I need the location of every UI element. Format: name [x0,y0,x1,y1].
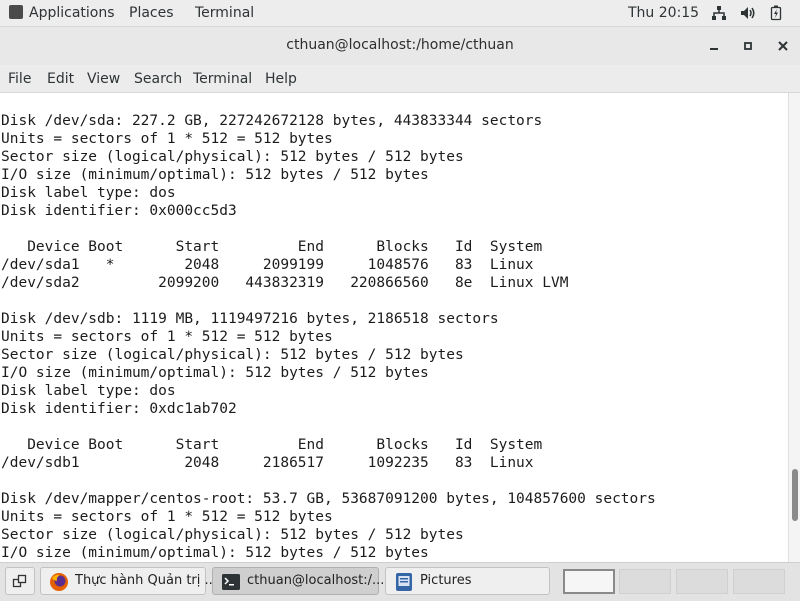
task-label: Thực hành Quản trị ... [75,573,217,588]
applications-menu[interactable]: Applications [9,4,115,22]
places-menu[interactable]: Places [129,4,174,22]
terminal-line: Units = sectors of 1 * 512 = 512 bytes [1,329,333,345]
menu-view[interactable]: View [87,70,120,88]
terminal-line: Sector size (logical/physical): 512 byte… [1,347,464,363]
terminal-line: Disk label type: dos [1,383,176,399]
terminal-line: /dev/sda2 2099200 443832319 220866560 8e… [1,275,569,291]
task-terminal[interactable]: cthuan@localhost:/... [212,567,384,595]
menu-search[interactable]: Search [134,70,182,88]
show-desktop-button[interactable] [5,567,35,595]
window-title: cthuan@localhost:/home/cthuan [286,37,514,53]
terminal-line: I/O size (minimum/optimal): 512 bytes / … [1,545,429,561]
file-manager-icon [396,573,412,591]
terminal-line: Disk /dev/sda: 227.2 GB, 227242672128 by… [1,113,543,129]
terminal-line: Device Boot Start End Blocks Id System [1,239,543,255]
clock[interactable]: Thu 20:15 [628,4,699,22]
terminal-line: Disk /dev/sdb: 1119 MB, 1119497216 bytes… [1,311,499,327]
terminal-line: Units = sectors of 1 * 512 = 512 bytes [1,131,333,147]
battery-icon[interactable] [768,5,784,21]
menu-help[interactable]: Help [265,70,297,88]
show-desktop-icon [12,574,27,588]
task-label: Pictures [420,573,472,588]
applications-icon [9,5,23,19]
applications-label: Applications [29,5,115,21]
terminal-scrollbar[interactable] [788,93,800,562]
terminal-line: Disk label type: dos [1,185,176,201]
menu-file[interactable]: File [8,70,31,88]
terminal-line: /dev/sda1 * 2048 2099199 1048576 83 Linu… [1,257,534,273]
terminal-line: /dev/sdb1 2048 2186517 1092235 83 Linux [1,455,534,471]
close-icon[interactable] [775,38,791,54]
terminal-line: Disk identifier: 0x000cc5d3 [1,203,237,219]
top-panel: Applications Places Terminal Thu 20:15 [0,0,800,27]
terminal-line: Units = sectors of 1 * 512 = 512 bytes [1,509,333,525]
terminal-app-menu[interactable]: Terminal [195,4,254,22]
task-pictures[interactable]: Pictures [385,567,550,595]
terminal-line: I/O size (minimum/optimal): 512 bytes / … [1,167,429,183]
terminal-line: Device Boot Start End Blocks Id System [1,437,543,453]
menu-bar: File Edit View Search Terminal Help [0,65,800,93]
taskbar: Thực hành Quản trị ... cthuan@localhost:… [0,562,800,601]
workspace-3[interactable] [676,569,728,594]
terminal-line: I/O size (minimum/optimal): 512 bytes / … [1,365,429,381]
terminal-line: Sector size (logical/physical): 512 byte… [1,149,464,165]
maximize-icon[interactable] [740,38,756,54]
window-title-bar[interactable]: cthuan@localhost:/home/cthuan [0,27,800,65]
workspace-1[interactable] [563,569,615,594]
terminal-line: Disk /dev/mapper/centos-root: 53.7 GB, 5… [1,491,656,507]
volume-icon[interactable] [740,5,756,21]
menu-terminal[interactable]: Terminal [193,70,252,88]
scrollbar-thumb[interactable] [792,469,798,521]
terminal-line: Disk identifier: 0xdc1ab702 [1,401,237,417]
network-icon[interactable] [711,5,727,21]
terminal-line: Sector size (logical/physical): 512 byte… [1,527,464,543]
minimize-icon[interactable] [706,38,722,54]
terminal-view[interactable]: Disk /dev/sda: 227.2 GB, 227242672128 by… [0,93,788,562]
task-label: cthuan@localhost:/... [247,573,385,588]
workspace-2[interactable] [619,569,671,594]
workspace-4[interactable] [733,569,785,594]
terminal-output: Disk /dev/sda: 227.2 GB, 227242672128 by… [1,112,656,562]
menu-edit[interactable]: Edit [47,70,74,88]
task-firefox[interactable]: Thực hành Quản trị ... [40,567,217,595]
terminal-icon [222,574,240,590]
firefox-icon [50,573,68,591]
